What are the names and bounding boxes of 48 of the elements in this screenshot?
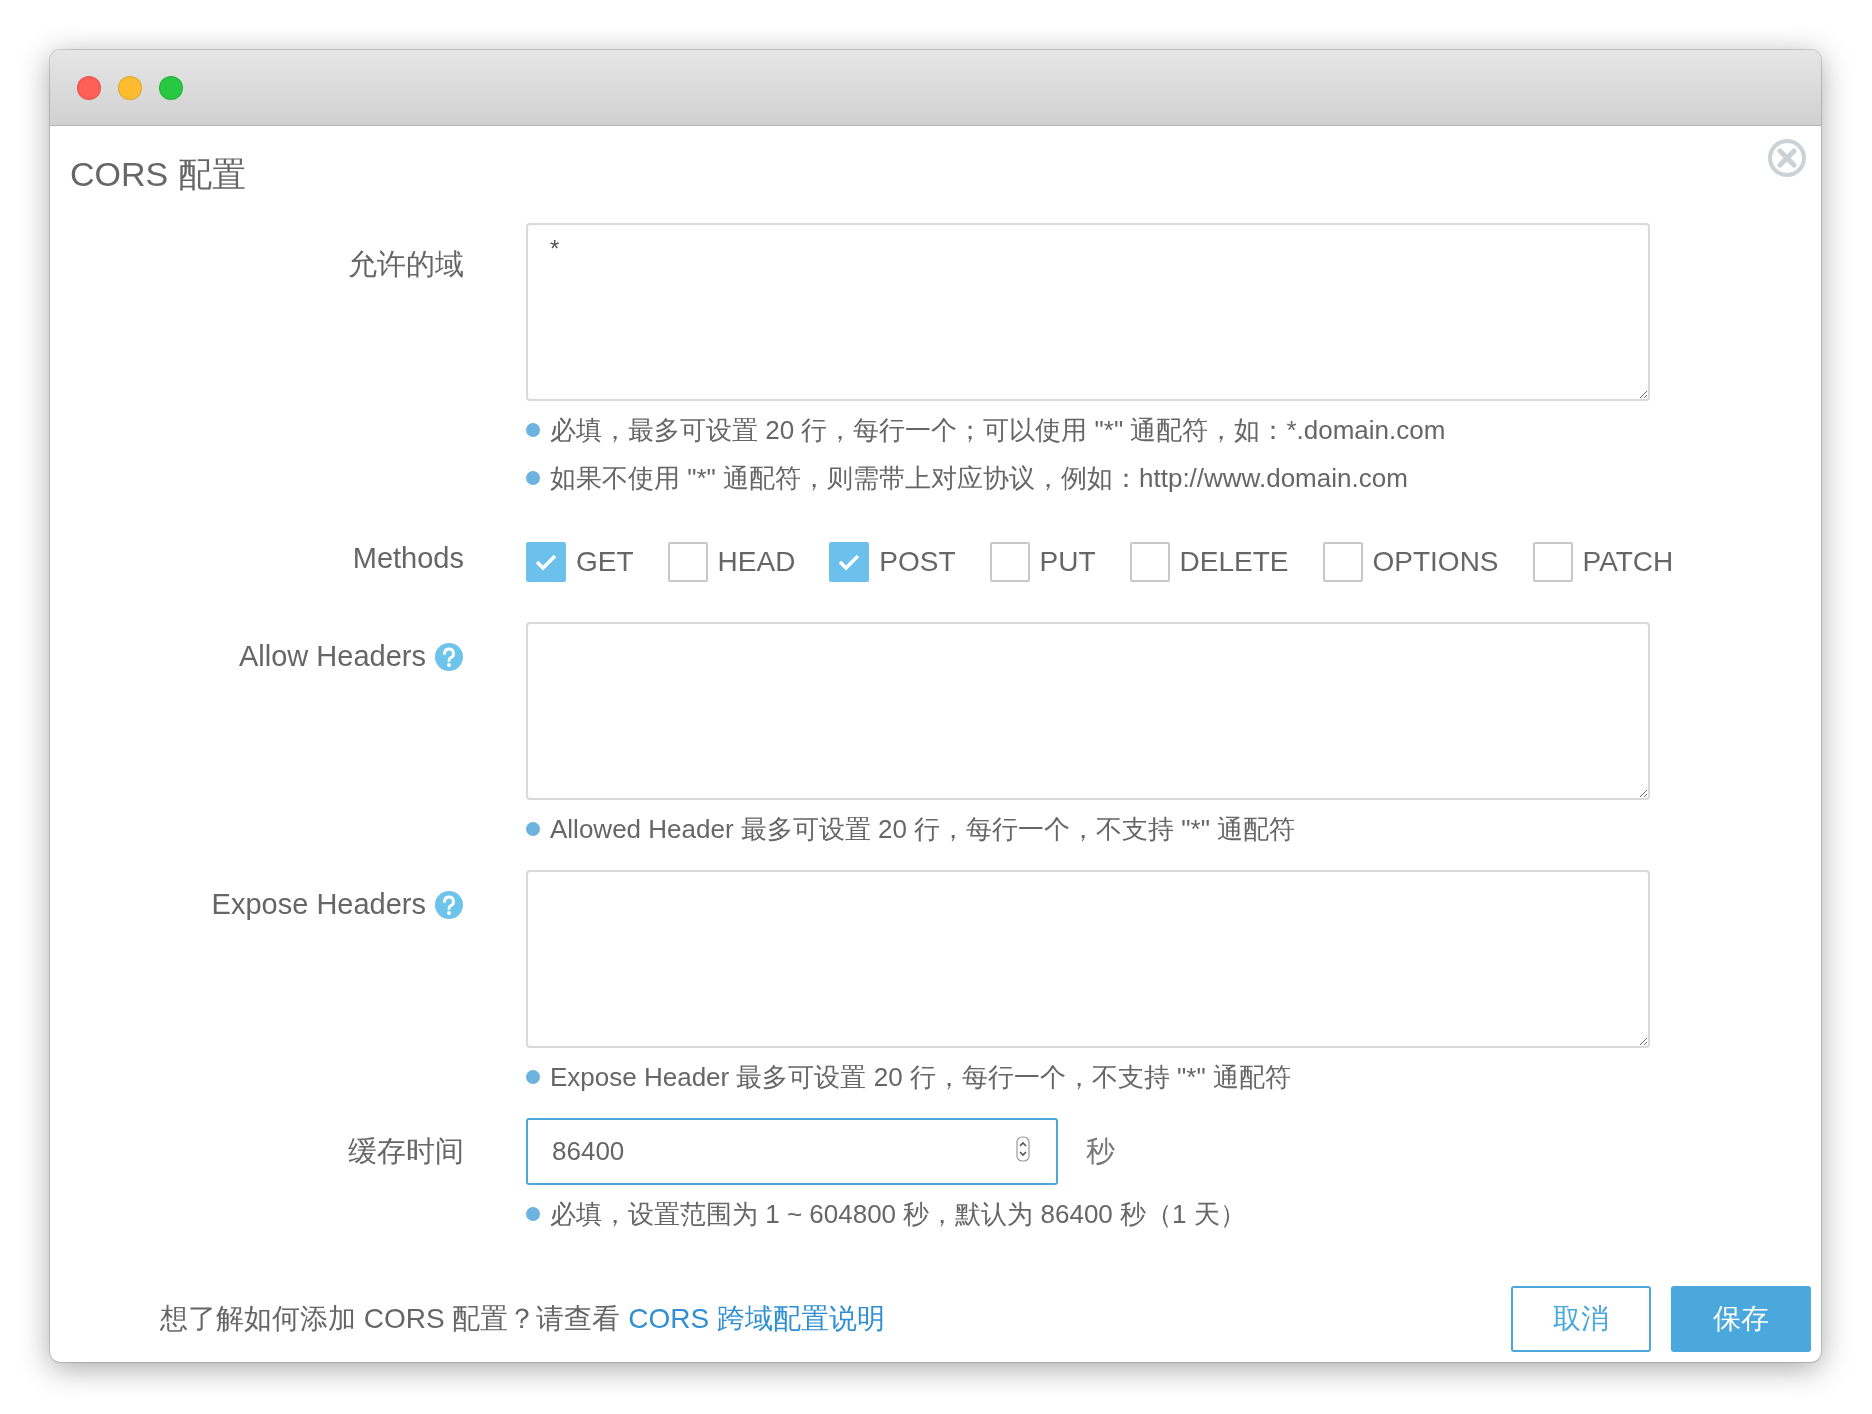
checkbox-label: DELETE	[1179, 546, 1289, 578]
checkbox[interactable]	[989, 542, 1030, 582]
docs-link[interactable]: CORS 跨域配置说明	[628, 1303, 885, 1334]
help-icon[interactable]	[434, 889, 464, 920]
hint-text: 如果不使用 "*" 通配符，则需带上对应协议，例如：http://www.domain.com	[550, 461, 1408, 495]
unit-label: 秒	[1086, 1133, 1115, 1169]
check-icon	[837, 552, 862, 572]
bullet-icon	[526, 423, 540, 437]
hint-text: Expose Header 最多可设置 20 行，每行一个，不支持 "*" 通配符	[550, 1060, 1291, 1094]
bullet-icon	[526, 1207, 540, 1221]
checkbox[interactable]	[1129, 542, 1170, 582]
hint-text: 必填，设置范围为 1 ~ 604800 秒，默认为 86400 秒（1 天）	[550, 1197, 1246, 1231]
help-text: 想了解如何添加 CORS 配置？请查看 CORS 跨域配置说明	[160, 1302, 885, 1336]
checkbox-label: POST	[879, 546, 956, 578]
checkbox-label: HEAD	[717, 546, 796, 578]
checkbox[interactable]	[1532, 542, 1573, 582]
checkbox-label: PUT	[1039, 546, 1096, 578]
checkbox-label: OPTIONS	[1372, 546, 1499, 578]
help-icon[interactable]	[434, 641, 464, 672]
checkbox-label: PATCH	[1582, 546, 1674, 578]
stepper-icon[interactable]	[1016, 1136, 1030, 1162]
bullet-icon	[526, 471, 540, 485]
minimize-window-button[interactable]	[118, 75, 142, 100]
field-label: Methods	[352, 542, 464, 575]
textarea-field[interactable]	[526, 622, 1650, 800]
checkbox-label: GET	[576, 546, 634, 578]
check-icon	[534, 552, 558, 572]
hint-text: 必填，最多可设置 20 行，每行一个；可以使用 "*" 通配符，如：*.domain.com	[550, 413, 1446, 447]
textarea-field[interactable]: *	[526, 223, 1650, 401]
checkbox[interactable]	[526, 542, 566, 582]
save-button[interactable]: 保存	[1671, 1286, 1811, 1352]
field-label: 允许的域	[348, 247, 464, 282]
close-window-button[interactable]	[77, 75, 101, 100]
bullet-icon	[526, 1070, 540, 1084]
dialog-title: CORS 配置	[70, 154, 246, 195]
field-label: 缓存时间	[348, 1134, 464, 1169]
bullet-icon	[526, 822, 540, 836]
number-field[interactable]: 86400	[526, 1118, 1058, 1185]
checkbox[interactable]	[1322, 542, 1363, 582]
cancel-button[interactable]: 取消	[1511, 1286, 1651, 1352]
field-label: Allow Headers	[239, 640, 426, 673]
checkbox[interactable]	[667, 542, 708, 582]
maximize-window-button[interactable]	[159, 75, 183, 100]
close-icon[interactable]	[1767, 138, 1807, 178]
checkbox[interactable]	[829, 542, 870, 582]
field-label: Expose Headers	[211, 888, 426, 921]
textarea-field[interactable]	[526, 870, 1650, 1048]
hint-text: Allowed Header 最多可设置 20 行，每行一个，不支持 "*" 通配符	[550, 812, 1296, 846]
